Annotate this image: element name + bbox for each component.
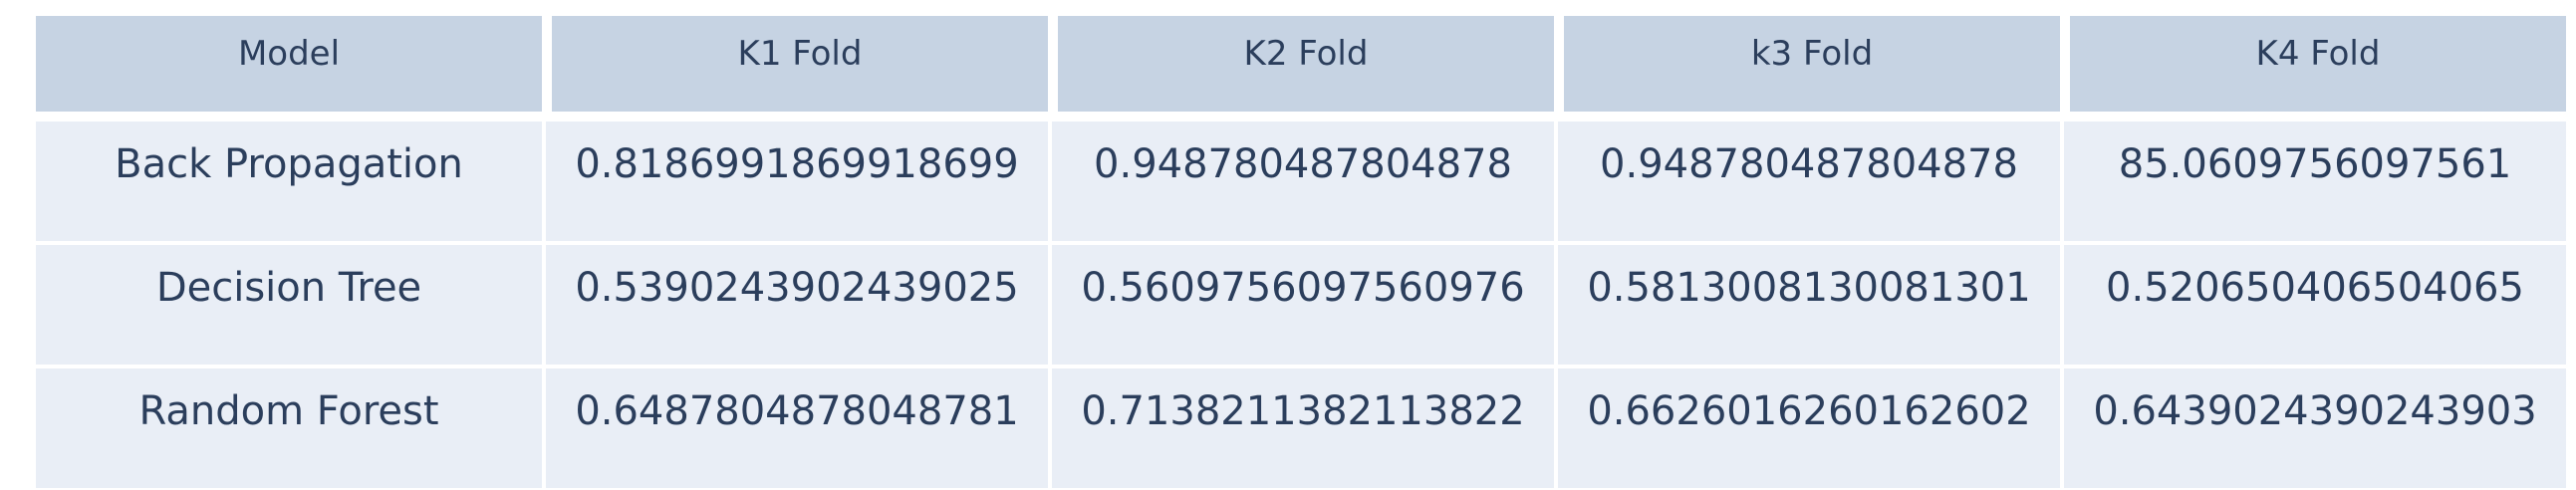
value-cell: 0.7138211382113822 [1048,368,1554,488]
value-cell: 0.6487804878048781 [542,368,1048,488]
value-cell: 0.520650406504065 [2060,245,2566,365]
value-cell: 0.5609756097560976 [1048,245,1554,365]
table-row: Back Propagation 0.8186991869918699 0.94… [36,122,2566,241]
header-cell-model: Model [36,16,542,112]
value-cell: 0.5390243902439025 [542,245,1048,365]
table-row: Decision Tree 0.5390243902439025 0.56097… [36,241,2566,365]
results-table: Model K1 Fold K2 Fold k3 Fold K4 Fold Ba… [36,16,2566,488]
model-name-cell: Random Forest [36,368,542,488]
value-cell: 0.6626016260162602 [1554,368,2060,488]
model-name-cell: Back Propagation [36,122,542,241]
header-cell-k3-fold: k3 Fold [1554,16,2060,112]
value-cell: 0.5813008130081301 [1554,245,2060,365]
header-cell-k1-fold: K1 Fold [542,16,1048,112]
value-cell: 85.0609756097561 [2060,122,2566,241]
value-cell: 0.6439024390243903 [2060,368,2566,488]
table-header-row: Model K1 Fold K2 Fold k3 Fold K4 Fold [36,16,2566,112]
header-cell-k2-fold: K2 Fold [1048,16,1554,112]
value-cell: 0.948780487804878 [1554,122,2060,241]
value-cell: 0.948780487804878 [1048,122,1554,241]
model-name-cell: Decision Tree [36,245,542,365]
value-cell: 0.8186991869918699 [542,122,1048,241]
header-cell-k4-fold: K4 Fold [2060,16,2566,112]
header-divider [36,112,2566,122]
table-row: Random Forest 0.6487804878048781 0.71382… [36,365,2566,488]
